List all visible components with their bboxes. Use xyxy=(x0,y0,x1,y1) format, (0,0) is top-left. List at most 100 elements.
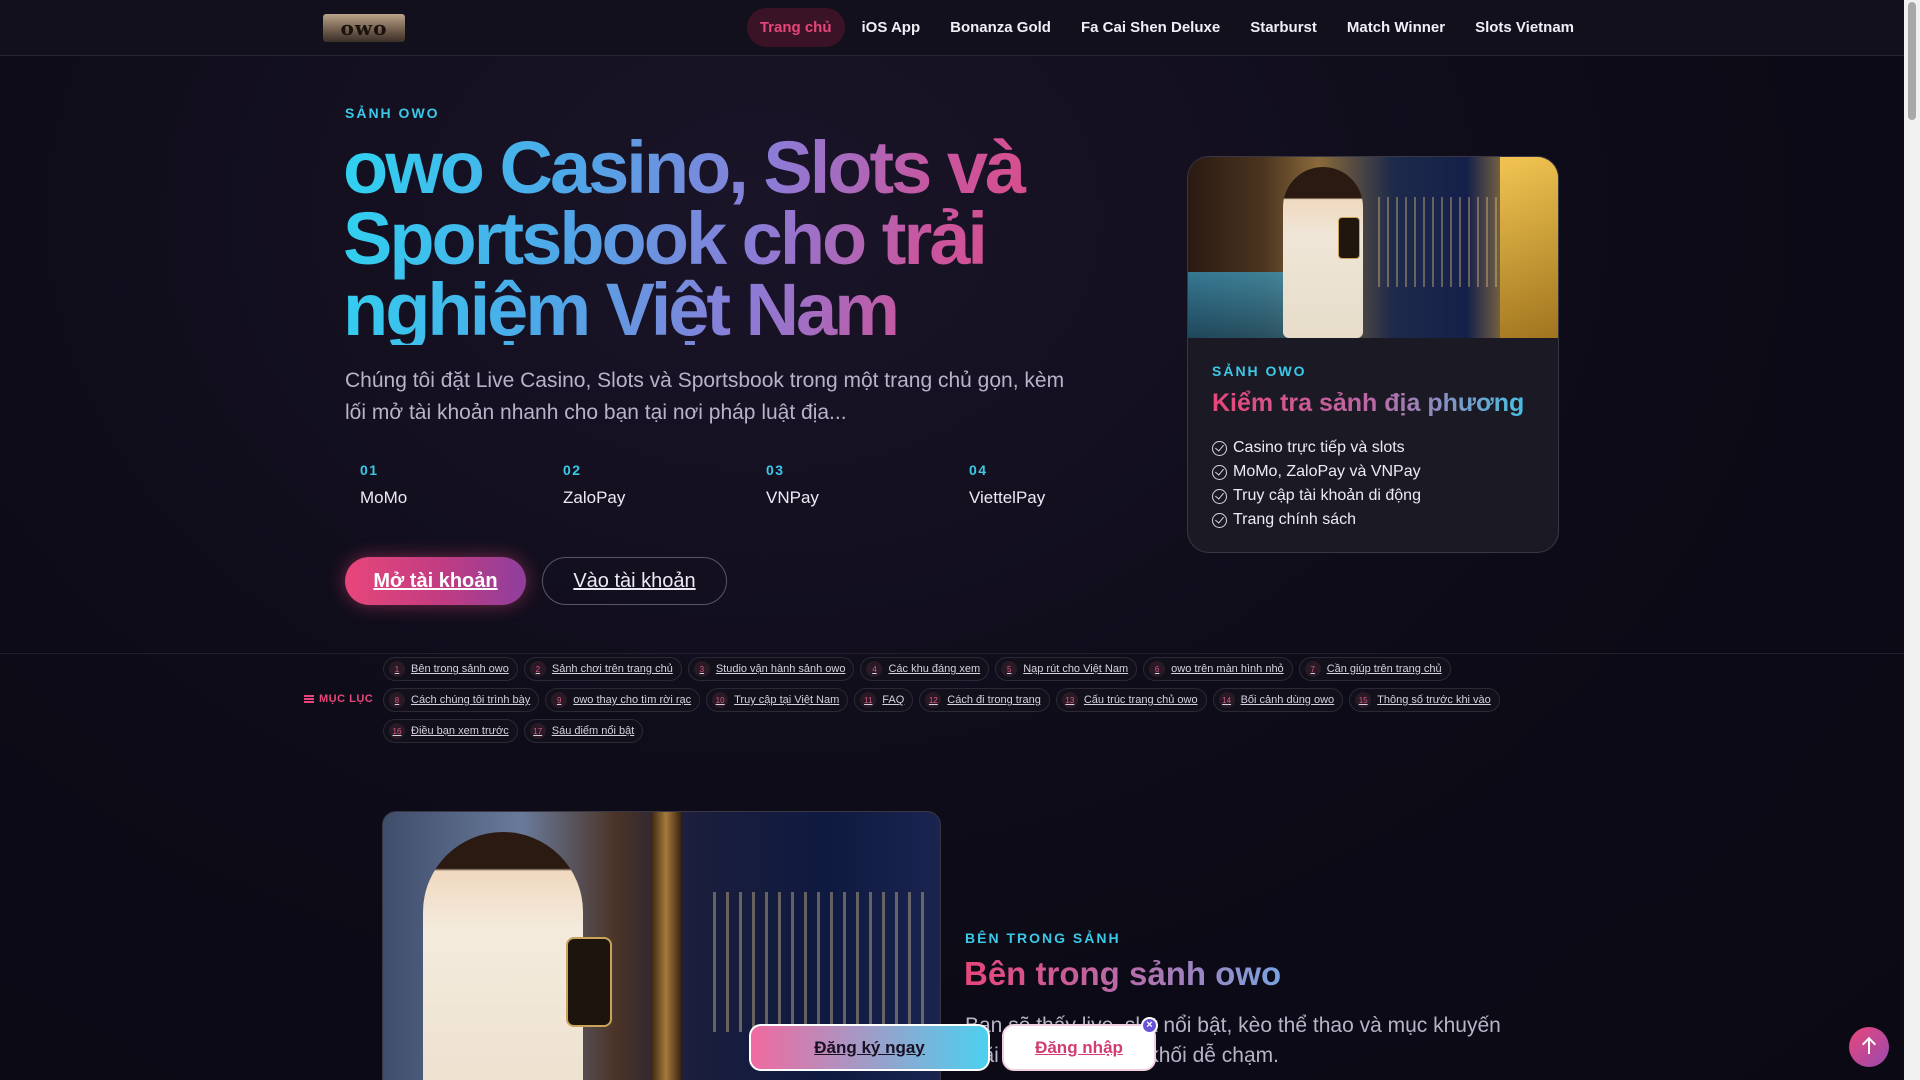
nav-item-bonanza-gold[interactable]: Bonanza Gold xyxy=(937,8,1064,47)
list-item: Truy cập tài khoản di động xyxy=(1212,484,1542,508)
nav-item-trang-chu[interactable]: Trang chủ xyxy=(746,8,845,47)
toc-item[interactable]: 8 Cách chúng tôi trình bày xyxy=(383,688,540,712)
hero-eyebrow: SẢNH OWO xyxy=(345,105,440,121)
payment-number: 04 xyxy=(969,462,988,478)
list-item: MoMo, ZaloPay và VNPay xyxy=(1212,460,1542,484)
toc-item-number: 16 xyxy=(389,723,405,739)
toc-item-label: Điều bạn xem trước xyxy=(411,725,509,737)
toc-item[interactable]: 1 Bên trong sảnh owo xyxy=(383,657,518,681)
login-button[interactable]: Đăng nhập xyxy=(1002,1024,1156,1071)
list-item-label: Trang chính sách xyxy=(1233,511,1357,528)
toc-item-number: 15 xyxy=(1355,692,1372,708)
open-account-button[interactable]: Mở tài khoản xyxy=(345,557,526,605)
toc-item-label: Studio vận hành sảnh owo xyxy=(715,663,846,675)
card-hero-image xyxy=(1188,157,1558,338)
toc-item[interactable]: 9 owo thay cho tìm rời rạc xyxy=(545,688,701,712)
list-item: Trang chính sách xyxy=(1212,508,1542,532)
toc-item-number: 17 xyxy=(529,723,546,739)
toc-item-number: 13 xyxy=(1061,692,1078,708)
scrollbar-thumb[interactable] xyxy=(1908,2,1916,120)
toc-item-label: Các khu đáng xem xyxy=(888,663,981,675)
register-now-button[interactable]: Đăng ký ngay xyxy=(749,1024,990,1071)
toc-item[interactable]: 7 Cần giúp trên trang chủ xyxy=(1298,657,1451,681)
nav-item-fa-cai-shen-deluxe[interactable]: Fa Cai Shen Deluxe xyxy=(1068,8,1233,47)
toc-item-label: Bên trong sảnh owo xyxy=(411,663,509,675)
nav-item-slots-vietnam[interactable]: Slots Vietnam xyxy=(1462,8,1587,47)
main-nav: Trang chủ iOS App Bonanza Gold Fa Cai Sh… xyxy=(746,8,1587,47)
toc-item-number: 7 xyxy=(1304,661,1321,677)
toc-item[interactable]: 15 Thông số trước khi vào xyxy=(1349,688,1500,712)
list-item-label: MoMo, ZaloPay và VNPay xyxy=(1233,463,1421,480)
list-item-label: Casino trực tiếp và slots xyxy=(1233,439,1405,456)
close-icon[interactable]: × xyxy=(1141,1017,1158,1034)
payment-number: 03 xyxy=(766,462,785,478)
toc-item[interactable]: 6 owo trên màn hình nhỏ xyxy=(1143,657,1293,681)
toc-item[interactable]: 16 Điều bạn xem trước xyxy=(383,719,518,743)
toc-item-label: Cần giúp trên trang chủ xyxy=(1326,663,1442,675)
gold-decoration xyxy=(1500,157,1558,338)
toc-item[interactable]: 14 Bối cảnh dùng owo xyxy=(1212,688,1344,712)
toc-item-label: owo thay cho tìm rời rạc xyxy=(573,694,692,706)
check-circle-icon xyxy=(1212,464,1227,480)
check-circle-icon xyxy=(1212,440,1227,456)
owo-logo[interactable]: owo xyxy=(323,14,405,42)
arrow-up-icon xyxy=(1868,1040,1870,1054)
toc-item[interactable]: 13 Cấu trúc trang chủ owo xyxy=(1055,688,1207,712)
payment-name: ViettelPay xyxy=(969,488,1046,507)
site-header: owo Trang chủ iOS App Bonanza Gold Fa Ca… xyxy=(0,0,1904,56)
payment-item: 04 ViettelPay xyxy=(954,462,1157,508)
toc-item[interactable]: 5 Nạp rút cho Việt Nam xyxy=(995,657,1138,681)
toc-item[interactable]: 4 Các khu đáng xem xyxy=(860,657,990,681)
card-feature-list: Casino trực tiếp và slots MoMo, ZaloPay … xyxy=(1212,436,1542,532)
toc-item[interactable]: 10 Truy cập tại Việt Nam xyxy=(706,688,849,712)
hero-title: owo Casino, Slots và Sportsbook cho trải… xyxy=(343,131,1103,347)
toc-item-number: 4 xyxy=(866,661,883,677)
toc-item-number: 14 xyxy=(1218,692,1235,708)
nav-item-starburst[interactable]: Starburst xyxy=(1237,8,1330,47)
toc-item[interactable]: 11 FAQ xyxy=(854,688,914,712)
local-lobby-card: SẢNH OWO Kiểm tra sảnh địa phương Casino… xyxy=(1187,156,1559,553)
list-icon xyxy=(304,695,314,703)
payment-item: 03 VNPay xyxy=(751,462,954,508)
toc-item[interactable]: 17 Sáu điểm nổi bật xyxy=(523,719,644,743)
toc-item-label: Sảnh chơi trên trang chủ xyxy=(551,663,673,675)
nav-item-ios-app[interactable]: iOS App xyxy=(849,8,934,47)
scrollbar[interactable] xyxy=(1904,0,1920,1080)
login-account-button[interactable]: Vào tài khoản xyxy=(542,557,727,605)
payment-item: 02 ZaloPay xyxy=(548,462,751,508)
phone-shape xyxy=(1338,217,1360,259)
payment-number: 02 xyxy=(563,462,582,478)
back-to-top-button[interactable] xyxy=(1849,1027,1889,1067)
toc-item-label: FAQ xyxy=(882,694,905,706)
nav-item-match-winner[interactable]: Match Winner xyxy=(1334,8,1458,47)
toc-item-number: 9 xyxy=(551,692,568,708)
check-circle-icon xyxy=(1212,488,1227,504)
city-lights-shape xyxy=(1378,197,1518,287)
toc-item-label: Sáu điểm nổi bật xyxy=(551,725,635,737)
toc-item-label: Cách chúng tôi trình bày xyxy=(411,694,531,706)
list-item-label: Truy cập tài khoản di động xyxy=(1233,487,1421,504)
section-eyebrow: BÊN TRONG SẢNH xyxy=(965,930,1121,946)
toc-divider xyxy=(0,653,1904,654)
toc-item-label: Cách đi trong trang xyxy=(947,694,1041,706)
toc-item-number: 11 xyxy=(860,692,877,708)
toc-item-label: Bối cảnh dùng owo xyxy=(1240,694,1335,706)
toc-label: MỤC LỤC xyxy=(304,693,373,705)
toc-item-number: 8 xyxy=(389,692,405,708)
card-eyebrow: SẢNH OWO xyxy=(1212,363,1307,379)
toc-label-text: MỤC LỤC xyxy=(319,693,374,705)
toc-item-number: 5 xyxy=(1001,661,1018,677)
toc-item[interactable]: 2 Sảnh chơi trên trang chủ xyxy=(523,657,682,681)
payment-name: ZaloPay xyxy=(563,488,626,507)
card-body: SẢNH OWO Kiểm tra sảnh địa phương Casino… xyxy=(1212,363,1542,532)
toc-item[interactable]: 3 Studio vận hành sảnh owo xyxy=(687,657,855,681)
page: owo Trang chủ iOS App Bonanza Gold Fa Ca… xyxy=(0,0,1904,1080)
host-figure xyxy=(423,832,583,1080)
check-circle-icon xyxy=(1212,512,1227,528)
section-title: Bên trong sảnh owo xyxy=(964,955,1282,992)
toc-item-label: Thông số trước khi vào xyxy=(1377,694,1491,706)
list-item: Casino trực tiếp và slots xyxy=(1212,436,1542,460)
payment-name: VNPay xyxy=(766,488,819,507)
toc-item[interactable]: 12 Cách đi trong trang xyxy=(919,688,1050,712)
payment-item: 01 MoMo xyxy=(345,462,548,508)
